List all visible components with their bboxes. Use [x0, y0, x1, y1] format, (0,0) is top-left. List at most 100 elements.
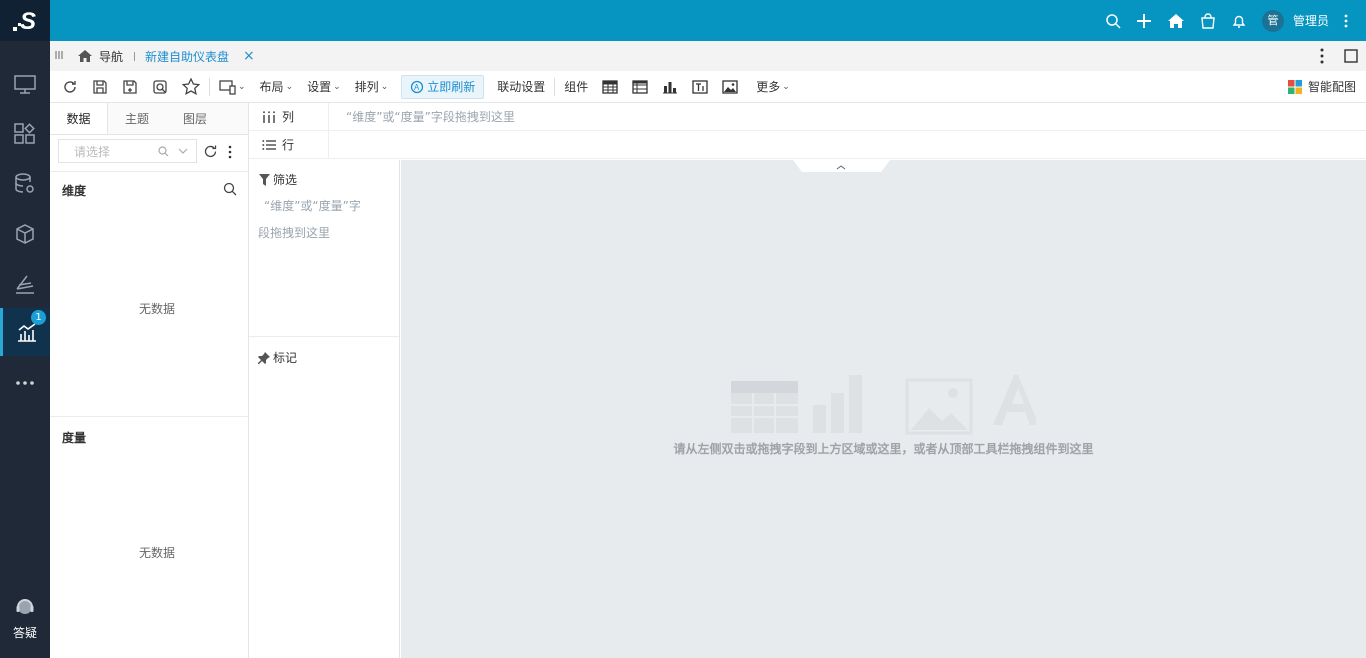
- collapse-handle-icon[interactable]: [55, 50, 63, 60]
- kebab-menu-icon[interactable]: [1344, 14, 1348, 28]
- more-dropdown[interactable]: 更多 ⌄: [749, 71, 797, 103]
- rail-monitor[interactable]: [0, 60, 50, 110]
- widgets-icon: [14, 123, 35, 144]
- smart-chart-button[interactable]: 智能配图: [1280, 71, 1366, 103]
- smart-chart-label: 智能配图: [1307, 80, 1356, 94]
- top-actions: 管 管理员: [1105, 0, 1366, 41]
- bell-icon[interactable]: [1231, 13, 1247, 29]
- components-label: 组件: [557, 71, 595, 103]
- linkage-settings-button[interactable]: 联动设置: [490, 71, 552, 103]
- rows-text: 行: [282, 138, 295, 152]
- mark-header: 标记: [258, 349, 297, 366]
- columns-label: 列: [249, 102, 329, 131]
- tab-theme[interactable]: 主题: [108, 103, 166, 134]
- layout-dropdown[interactable]: 布局 ⌄: [253, 71, 301, 103]
- user-name[interactable]: 管理员: [1293, 12, 1329, 29]
- component-table[interactable]: [595, 71, 625, 103]
- component-image[interactable]: [715, 71, 745, 103]
- rail-dashboard[interactable]: 1: [0, 308, 50, 356]
- favorite-button[interactable]: [175, 71, 207, 103]
- search-icon[interactable]: [1105, 13, 1121, 29]
- tab-more[interactable]: [1320, 48, 1324, 67]
- tab-close-icon[interactable]: ×: [243, 48, 255, 64]
- toolbar-divider: [209, 77, 210, 96]
- monitor-icon: [14, 75, 36, 94]
- chevron-down-icon: ⌄: [238, 81, 246, 92]
- svg-text:S: S: [20, 8, 36, 35]
- filter-hint-line-1: “维度”或“度量”字: [264, 199, 361, 213]
- linkage-label: 联动设置: [497, 80, 546, 94]
- dashboard-canvas[interactable]: 请从左侧双击或拖拽字段到上方区域或这里，或者从顶部工具栏拖拽组件到这里: [401, 160, 1366, 658]
- refresh-now-label: 立即刷新: [427, 80, 476, 94]
- refresh-now-button[interactable]: A 立即刷新: [401, 74, 485, 99]
- panel-tabs: 数据 主题 图层: [50, 103, 248, 135]
- collapse-tab[interactable]: [793, 160, 890, 175]
- dimension-empty: 无数据: [139, 302, 176, 316]
- filter-label: 筛选: [273, 173, 298, 187]
- more-icon: [16, 381, 34, 385]
- avatar[interactable]: 管: [1261, 9, 1284, 32]
- filter-mark-panel: 筛选 “维度”或“度量”字 段拖拽到这里 标记: [249, 160, 400, 658]
- layout-label: 布局: [259, 80, 284, 94]
- logo-icon: S: [13, 8, 36, 35]
- side-rail: S 1 答疑: [0, 0, 50, 658]
- tab-nav[interactable]: 导航: [77, 41, 123, 71]
- home-icon[interactable]: [1167, 13, 1185, 29]
- kebab-menu-icon: [1320, 48, 1324, 64]
- shopping-bag-icon[interactable]: [1200, 12, 1216, 29]
- field-search-input[interactable]: 请选择: [58, 139, 197, 163]
- component-crosstab[interactable]: [625, 71, 655, 103]
- top-bar: 管 管理员: [50, 0, 1366, 41]
- component-bar-chart[interactable]: [655, 71, 685, 103]
- preview-button[interactable]: [145, 71, 175, 103]
- table-icon: [602, 79, 618, 94]
- rows-label: 行: [249, 130, 329, 159]
- undo-refresh-button[interactable]: [50, 71, 85, 103]
- save-as-button[interactable]: [115, 71, 145, 103]
- filter-drop-zone[interactable]: “维度”或“度量”字 段拖拽到这里: [258, 193, 393, 247]
- bar-chart-icon: [17, 323, 36, 342]
- auto-refresh-icon: A: [411, 80, 424, 93]
- cube-icon: [16, 224, 34, 244]
- tab-nav-label: 导航: [99, 49, 124, 64]
- columns-shelf[interactable]: 列 “维度”或“度量”字段拖拽到这里: [249, 102, 1366, 131]
- database-gear-icon: [15, 173, 34, 193]
- help-label: 答疑: [12, 626, 37, 640]
- divider: [50, 171, 248, 172]
- rail-more[interactable]: [0, 358, 50, 408]
- add-icon[interactable]: [1136, 13, 1152, 29]
- arrange-dropdown[interactable]: 排列 ⌄: [348, 71, 396, 103]
- tab-data[interactable]: 数据: [50, 103, 108, 134]
- field-shelf: 列 “维度”或“度量”字段拖拽到这里 行: [249, 102, 1366, 160]
- columns-drop-hint: “维度”或“度量”字段拖拽到这里: [346, 110, 515, 124]
- refresh-fields-button[interactable]: [203, 144, 218, 162]
- settings-label: 设置: [307, 80, 332, 94]
- save-button[interactable]: [85, 71, 115, 103]
- rail-database[interactable]: [0, 159, 50, 209]
- search-placeholder: 请选择: [74, 144, 111, 159]
- smart-chart-icon: [1287, 79, 1302, 94]
- app-logo[interactable]: S: [0, 0, 50, 41]
- rail-widgets[interactable]: [0, 109, 50, 159]
- rail-cube[interactable]: [0, 209, 50, 259]
- device-dropdown[interactable]: ⌄: [212, 71, 253, 103]
- arrange-label: 排列: [354, 80, 379, 94]
- tab-active-label: 新建自助仪表盘: [145, 49, 230, 64]
- bar-chart-icon: [663, 81, 678, 93]
- component-text[interactable]: [685, 71, 715, 103]
- field-options-button[interactable]: [228, 145, 232, 162]
- rows-shelf[interactable]: 行: [249, 130, 1366, 159]
- settings-dropdown[interactable]: 设置 ⌄: [300, 71, 348, 103]
- chevron-down-icon: [178, 148, 188, 154]
- help-button[interactable]: 答疑: [0, 597, 50, 647]
- device-icon: [219, 79, 236, 95]
- rail-analysis[interactable]: [0, 259, 50, 309]
- tab-divider: [134, 52, 135, 61]
- canvas-empty-hint: 请从左侧双击或拖拽字段到上方区域或这里，或者从顶部工具栏拖拽组件到这里: [673, 442, 1094, 456]
- tab-layers[interactable]: 图层: [166, 103, 224, 134]
- maximize-icon: [1344, 49, 1358, 63]
- maximize-button[interactable]: [1344, 49, 1358, 66]
- tab-active[interactable]: 新建自助仪表盘 ×: [145, 41, 255, 71]
- divider: [50, 416, 248, 417]
- dimension-search-button[interactable]: [223, 182, 237, 199]
